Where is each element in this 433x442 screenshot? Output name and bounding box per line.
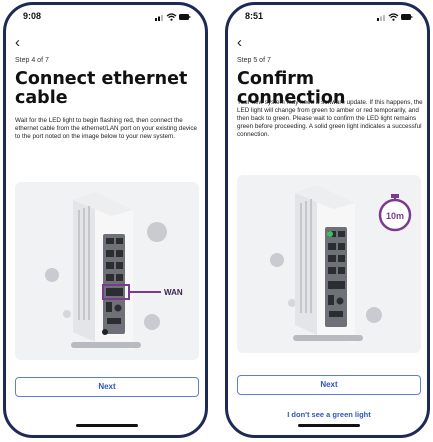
wan-label: WAN	[164, 288, 183, 297]
page-title: Connect ethernet cable	[15, 69, 188, 108]
battery-icon	[401, 14, 413, 20]
status-bar: 8:51	[228, 11, 427, 25]
timer-label: 10m	[386, 211, 404, 221]
status-time: 8:51	[245, 11, 264, 21]
back-arrow-icon[interactable]: ‹	[237, 35, 251, 51]
home-indicator	[76, 424, 138, 427]
home-indicator	[298, 424, 360, 427]
phone-screen-step-5: 8:51 ‹ Step 5 of 7 Confirm connection Yo…	[225, 2, 430, 438]
router-illustration: WAN	[15, 182, 199, 360]
battery-icon	[179, 14, 191, 20]
status-icons	[377, 13, 413, 21]
wifi-icon	[388, 13, 399, 21]
back-arrow-icon[interactable]: ‹	[15, 35, 29, 51]
status-time: 9:08	[23, 11, 42, 21]
next-button[interactable]: Next	[15, 377, 199, 397]
next-button[interactable]: Next	[237, 375, 421, 395]
instruction-text: Wait for the LED light to begin flashing…	[15, 117, 198, 140]
wifi-icon	[166, 13, 177, 21]
timer-icon: 10m	[378, 194, 412, 232]
status-icons	[155, 13, 191, 21]
no-green-light-link[interactable]: I don't see a green light	[237, 410, 421, 419]
instruction-text: Your new system may need a software upda…	[237, 99, 423, 138]
led-light	[327, 231, 333, 237]
signal-icon	[155, 15, 163, 21]
signal-icon	[377, 15, 385, 21]
step-indicator: Step 4 of 7	[15, 57, 49, 64]
status-bar: 9:08	[6, 11, 205, 25]
phone-screen-step-4: 9:08 ‹ Step 4 of 7 Connect ethernet cabl…	[3, 2, 208, 438]
router-illustration: 10m	[237, 175, 421, 353]
step-indicator: Step 5 of 7	[237, 57, 271, 64]
